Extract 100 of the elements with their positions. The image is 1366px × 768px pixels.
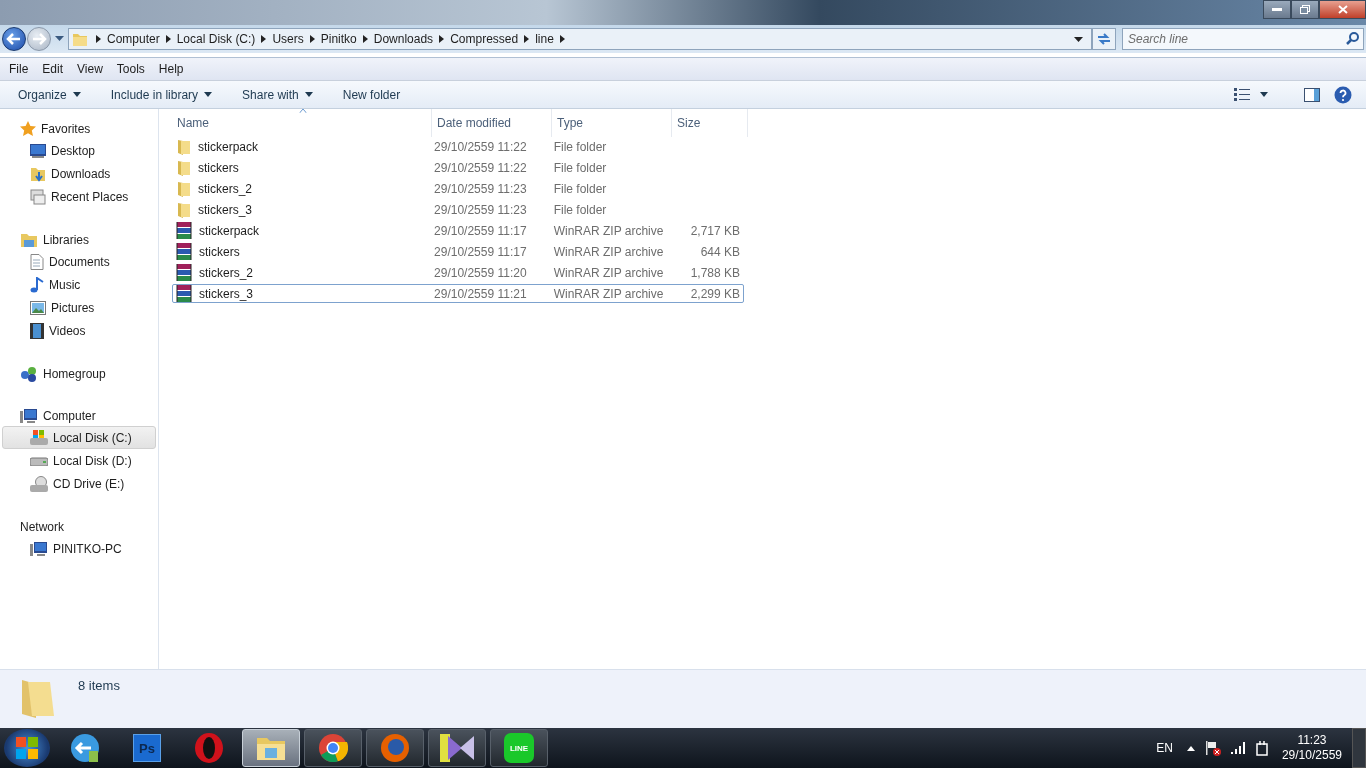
- picture-icon: [30, 300, 46, 315]
- close-icon: [1337, 5, 1348, 14]
- caret-icon: [72, 92, 81, 97]
- minimize-button[interactable]: [1263, 0, 1291, 19]
- download-folder-icon: [30, 165, 46, 182]
- nav-item[interactable]: Network: [0, 516, 158, 537]
- breadcrumb[interactable]: Computer: [107, 32, 160, 46]
- toolbar-button[interactable]: New folder: [334, 84, 409, 105]
- show-hidden-icons-icon[interactable]: [1186, 745, 1195, 751]
- power-plug-icon[interactable]: [1255, 740, 1268, 756]
- breadcrumb[interactable]: line: [535, 32, 554, 46]
- nav-item[interactable]: Computer: [0, 405, 158, 426]
- preview-pane-icon[interactable]: [1304, 87, 1320, 102]
- nav-item[interactable]: CD Drive (E:): [2, 472, 156, 495]
- file-row[interactable]: stickers 29/10/2559 11:17 WinRAR ZIP archive 644 KB: [172, 242, 744, 261]
- file-name: stickers_3: [198, 202, 253, 217]
- file-row[interactable]: stickers_3 29/10/2559 11:23 File folder: [172, 200, 744, 219]
- chevron-icon[interactable]: [559, 35, 565, 43]
- file-row[interactable]: stickers_3 29/10/2559 11:21 WinRAR ZIP archive 2,299 KB: [172, 284, 744, 303]
- address-bar[interactable]: Computer Local Disk (C:) Users Pinitko Downloads Compressed line: [68, 28, 1092, 50]
- folder-icon: [176, 138, 192, 155]
- column-header[interactable]: Date modified: [432, 109, 552, 137]
- file-name: stickers_2: [199, 265, 254, 280]
- chevron-icon[interactable]: [362, 35, 368, 43]
- folder-icon: [176, 201, 192, 218]
- menu-item[interactable]: Tools: [109, 62, 152, 76]
- taskbar-button[interactable]: [428, 729, 486, 767]
- flag-icon[interactable]: [1204, 740, 1221, 756]
- nav-item[interactable]: Desktop: [2, 139, 156, 162]
- column-header[interactable]: Type: [552, 109, 672, 137]
- nav-item[interactable]: Favorites: [0, 118, 158, 139]
- close-button[interactable]: [1319, 0, 1366, 19]
- chevron-icon[interactable]: [261, 35, 267, 43]
- taskbar-button[interactable]: [304, 729, 362, 767]
- chevron-icon[interactable]: [165, 35, 171, 43]
- nav-item[interactable]: Pictures: [2, 296, 156, 319]
- chevron-icon[interactable]: [439, 35, 445, 43]
- cd-drive-icon: [30, 475, 48, 492]
- nav-item[interactable]: Homegroup: [0, 363, 158, 384]
- breadcrumb[interactable]: Users: [272, 32, 304, 46]
- menu-item[interactable]: View: [70, 62, 110, 76]
- file-name: stickers_3: [199, 286, 254, 301]
- refresh-icon: [1096, 32, 1112, 46]
- breadcrumb[interactable]: Pinitko: [320, 32, 357, 46]
- restore-button[interactable]: [1291, 0, 1319, 19]
- chevron-icon[interactable]: [309, 35, 315, 43]
- nav-item[interactable]: Recent Places: [2, 185, 156, 208]
- caret-icon[interactable]: [1260, 92, 1268, 97]
- nav-item[interactable]: Downloads: [2, 162, 156, 185]
- nav-item[interactable]: Documents: [2, 250, 156, 273]
- view-list-icon[interactable]: [1234, 88, 1250, 101]
- archive-icon: [176, 222, 193, 239]
- date-cell: 29/10/2559 11:23: [434, 181, 527, 196]
- breadcrumb[interactable]: Local Disk (C:): [176, 32, 256, 46]
- search-field[interactable]: Search line: [1122, 28, 1364, 50]
- windows-logo-icon: [15, 736, 39, 760]
- file-row[interactable]: stickers 29/10/2559 11:22 File folder: [172, 158, 744, 177]
- film-icon: [30, 322, 44, 339]
- caret-icon: [204, 92, 213, 97]
- toolbar-button[interactable]: Share with: [234, 84, 321, 105]
- nav-item[interactable]: PINITKO-PC: [2, 537, 156, 560]
- back-button[interactable]: [2, 27, 26, 51]
- signal-icon[interactable]: [1230, 742, 1246, 754]
- clock[interactable]: 11:23 29/10/2559: [1281, 733, 1342, 763]
- help-icon[interactable]: [1334, 85, 1352, 104]
- menu-item[interactable]: Edit: [35, 62, 71, 76]
- type-cell: WinRAR ZIP archive: [553, 265, 664, 280]
- column-header[interactable]: Name: [174, 109, 432, 137]
- computer-icon: [20, 407, 38, 424]
- toolbar-button[interactable]: Include in library: [102, 84, 221, 105]
- file-name: stickerpack: [199, 223, 260, 238]
- toolbar-button[interactable]: Organize: [10, 84, 89, 105]
- refresh-button[interactable]: [1092, 28, 1116, 50]
- chevron-icon[interactable]: [524, 35, 530, 43]
- language-indicator[interactable]: EN: [1156, 741, 1173, 755]
- date-cell: 29/10/2559 11:21: [434, 286, 527, 301]
- file-row[interactable]: stickerpack 29/10/2559 11:22 File folder: [172, 137, 744, 156]
- archive-icon: [176, 243, 193, 260]
- nav-item[interactable]: Libraries: [0, 229, 158, 250]
- breadcrumb[interactable]: Downloads: [373, 32, 434, 46]
- chevron-icon[interactable]: [96, 35, 101, 43]
- column-header[interactable]: Size: [672, 109, 748, 137]
- file-row[interactable]: stickerpack 29/10/2559 11:17 WinRAR ZIP archive 2,717 KB: [172, 221, 744, 240]
- nav-item[interactable]: Music: [2, 273, 156, 296]
- caret-icon[interactable]: [1074, 36, 1083, 42]
- archive-icon: [176, 264, 193, 281]
- browser-wheel-icon: [318, 733, 348, 763]
- size-cell: 2,717 KB: [690, 223, 740, 238]
- search-icon[interactable]: [1346, 32, 1359, 45]
- file-name: stickers: [198, 160, 239, 175]
- nav-item[interactable]: Local Disk (C:): [2, 426, 156, 449]
- file-row[interactable]: stickers_2 29/10/2559 11:23 File folder: [172, 179, 744, 198]
- menu-item[interactable]: Help: [151, 62, 191, 76]
- nav-item[interactable]: Videos: [2, 319, 156, 342]
- file-row[interactable]: stickers_2 29/10/2559 11:20 WinRAR ZIP archive 1,788 KB: [172, 263, 744, 282]
- start-button[interactable]: [4, 729, 50, 767]
- menu-item[interactable]: File: [2, 62, 36, 76]
- type-cell: File folder: [553, 160, 607, 175]
- nav-item[interactable]: Local Disk (D:): [2, 449, 156, 472]
- breadcrumb[interactable]: Compressed: [450, 32, 519, 46]
